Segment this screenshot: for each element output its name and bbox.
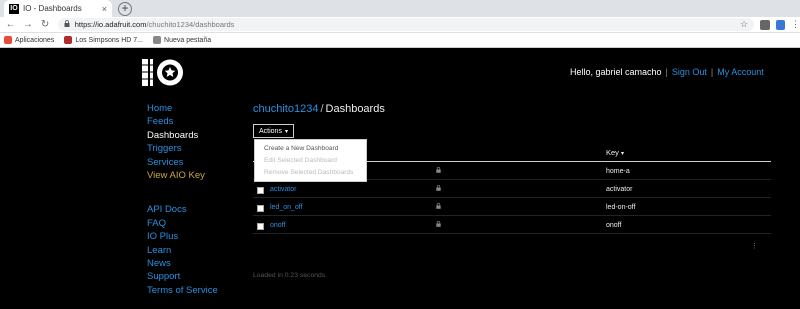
- key-column-header[interactable]: Key ▾: [606, 148, 624, 157]
- bookmark-item[interactable]: Los Simpsons HD 7...: [64, 36, 143, 44]
- sidebar-item-view-aio-key[interactable]: View AIO Key: [147, 169, 218, 182]
- loaded-status: Loaded in 0.23 seconds.: [253, 272, 328, 279]
- sidebar-item-io-plus[interactable]: IO Plus: [147, 230, 218, 243]
- sign-out-link[interactable]: Sign Out: [672, 67, 707, 77]
- url-text: https://io.adafruit.com/chuchito1234/das…: [75, 20, 235, 29]
- sidebar-item-feeds[interactable]: Feeds: [147, 115, 218, 128]
- row-checkbox[interactable]: [257, 205, 264, 212]
- key-header-label: Key: [606, 148, 619, 157]
- bookmark-star-icon[interactable]: ☆: [740, 19, 748, 30]
- dashboard-name-link[interactable]: activator: [270, 186, 296, 193]
- bookmark-item[interactable]: Nueva pestaña: [153, 36, 211, 44]
- private-lock-icon: [436, 167, 441, 175]
- actions-dropdown-button[interactable]: Actions ▾: [253, 124, 294, 138]
- url-path: /chuchito1234/dashboards: [146, 20, 235, 29]
- breadcrumb-user-link[interactable]: chuchito1234: [253, 103, 318, 115]
- browser-tab[interactable]: IO IO - Dashboards ×: [4, 0, 112, 17]
- adafruit-io-logo-icon[interactable]: [140, 55, 185, 90]
- sort-icon: ▾: [620, 151, 624, 157]
- sidebar-item-terms-of-service[interactable]: Terms of Service: [147, 284, 218, 297]
- url-host: https://io.adafruit.com: [74, 20, 147, 29]
- table-row: onoff onoff: [253, 220, 771, 234]
- sidebar-item-support[interactable]: Support: [147, 270, 218, 283]
- bookmark-label: Nueva pestaña: [164, 36, 212, 44]
- dashboard-key: activator: [606, 186, 633, 193]
- apps-grid-icon: [4, 36, 12, 44]
- row-divider: [253, 197, 771, 198]
- row-checkbox[interactable]: [257, 187, 264, 194]
- page-title: Dashboards: [325, 103, 385, 115]
- dashboard-name-link[interactable]: onoff: [270, 222, 285, 229]
- breadcrumb: chuchito1234/Dashboards: [253, 103, 385, 115]
- separator: |: [665, 67, 668, 77]
- table-row: led_on_off led-on-off: [253, 202, 771, 216]
- sidebar-item-services[interactable]: Services: [147, 156, 218, 169]
- bookmark-label: Aplicaciones: [15, 36, 55, 44]
- extension-icon[interactable]: [760, 19, 770, 30]
- new-tab-button[interactable]: +: [118, 2, 132, 16]
- bookmark-label: Los Simpsons HD 7...: [75, 36, 144, 44]
- actions-label: Actions: [259, 127, 282, 135]
- table-row: activator activator: [253, 184, 771, 198]
- address-bar[interactable]: https://io.adafruit.com/chuchito1234/das…: [57, 18, 755, 31]
- row-divider: [253, 233, 771, 234]
- row-divider: [253, 215, 771, 216]
- actions-menu-item: Edit Selected Dashboard: [264, 157, 337, 164]
- sidebar-item-dashboards[interactable]: Dashboards: [147, 129, 218, 142]
- simpsons-icon: [64, 36, 73, 44]
- private-lock-icon: [436, 185, 441, 193]
- row-checkbox[interactable]: [257, 223, 264, 230]
- sidebar-item-faq[interactable]: FAQ: [147, 217, 218, 230]
- sidebar-item-home[interactable]: Home: [147, 102, 218, 115]
- forward-arrow-icon[interactable]: →: [21, 18, 34, 32]
- dashboard-key: home-a: [606, 168, 630, 175]
- sidebar-primary-group: Home Feeds Dashboards Triggers Services View …: [147, 102, 218, 182]
- actions-menu: Create a New Dashboard Edit Selected Dash…: [254, 139, 367, 182]
- dashboard-key: led-on-off: [606, 204, 636, 211]
- sidebar-secondary-group: API Docs FAQ IO Plus Learn News Support Terms …: [147, 203, 218, 297]
- greeting-text: Hello, gabriel camacho: [570, 67, 662, 77]
- sidebar-item-learn[interactable]: Learn: [147, 244, 218, 257]
- actions-menu-item: Remove Selected Dashboards: [264, 169, 354, 176]
- lock-icon: [64, 20, 70, 29]
- pager-more-icon[interactable]: ⋮: [751, 242, 758, 250]
- private-lock-icon: [436, 221, 441, 229]
- bookmark-item[interactable]: Aplicaciones: [4, 36, 54, 44]
- io-favicon-icon: IO: [9, 3, 19, 14]
- my-account-link[interactable]: My Account: [717, 67, 764, 77]
- bookmarks-bar: Aplicaciones Los Simpsons HD 7... Nueva pe…: [0, 33, 800, 48]
- back-arrow-icon[interactable]: ←: [4, 18, 17, 32]
- sidebar-item-api-docs[interactable]: API Docs: [147, 203, 218, 216]
- close-tab-icon[interactable]: ×: [102, 4, 107, 14]
- translate-extension-icon[interactable]: [775, 19, 785, 30]
- breadcrumb-separator: /: [320, 103, 324, 115]
- private-lock-icon: [436, 203, 441, 211]
- sidebar-nav: Home Feeds Dashboards Triggers Services View …: [147, 102, 218, 297]
- dashboard-key: onoff: [606, 222, 622, 229]
- user-greeting: Hello, gabriel camacho | Sign Out | My Accou…: [570, 67, 764, 77]
- browser-menu-icon[interactable]: ⋮: [791, 19, 800, 30]
- dashboard-name-link[interactable]: led_on_off: [270, 204, 303, 211]
- tab-title: IO - Dashboards: [23, 4, 82, 13]
- browser-toolbar: ← → ↻ https://io.adafruit.com/chuchito12…: [0, 17, 800, 33]
- actions-menu-item[interactable]: Create a New Dashboard: [255, 143, 366, 155]
- sidebar-item-news[interactable]: News: [147, 257, 218, 270]
- reload-icon[interactable]: ↻: [39, 18, 52, 32]
- page-icon: [153, 36, 162, 44]
- caret-down-icon: ▾: [284, 128, 288, 135]
- sidebar-item-triggers[interactable]: Triggers: [147, 142, 218, 155]
- separator: |: [710, 67, 714, 77]
- browser-tab-bar: IO IO - Dashboards × +: [0, 0, 800, 17]
